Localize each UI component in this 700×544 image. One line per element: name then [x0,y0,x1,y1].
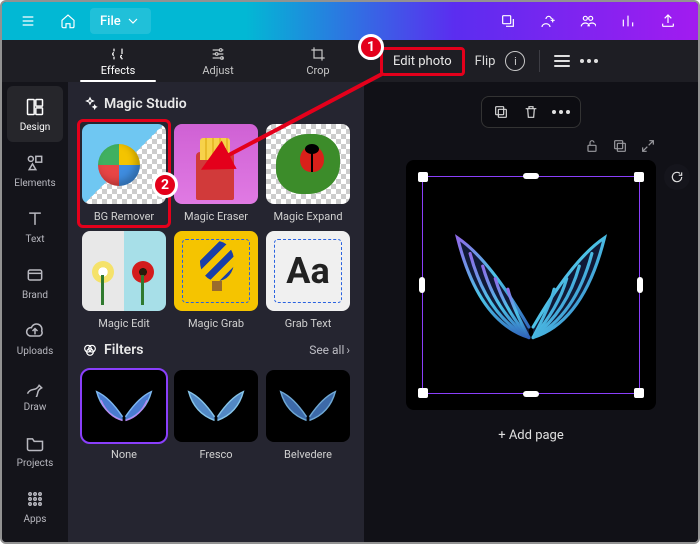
left-rail: Design Elements Text Brand Uploads Draw [2,82,68,542]
resize-handle-r[interactable] [637,277,643,293]
bg-remover-label: BG Remover [94,210,154,223]
filter-none-label: None [111,448,137,461]
resize-button[interactable] [490,8,526,34]
grab-text-tool[interactable]: Aa Grab Text [266,231,350,330]
resize-handle-l[interactable] [419,277,425,293]
resize-handle-br[interactable] [634,388,644,398]
brand-icon [24,264,46,286]
sidebar-item-elements[interactable]: Elements [7,142,63,198]
invite-button[interactable] [530,8,566,34]
crop-tab-label: Crop [306,64,329,77]
add-page-button[interactable]: + Add page [498,428,564,443]
file-menu-label: File [100,14,121,29]
apps-icon [24,488,46,510]
see-all-filters-button[interactable]: See all › [309,343,350,357]
top-bar: File [2,2,698,40]
sidebar-label: Draw [24,402,47,413]
magic-eraser-tool[interactable]: Magic Eraser [174,124,258,223]
home-button[interactable] [50,8,86,34]
position-button[interactable] [554,55,570,67]
magic-studio-title: Magic Studio [82,96,350,112]
magic-eraser-label: Magic Eraser [184,210,248,223]
canvas-area: + Add page [364,82,698,542]
sidebar-label: Projects [17,458,54,469]
copy-page-icon[interactable] [612,138,628,154]
magic-edit-label: Magic Edit [98,317,150,330]
grab-text-label: Grab Text [285,317,332,330]
design-icon [24,96,46,118]
edit-photo-button[interactable]: Edit photo [380,47,465,76]
magic-studio-grid: BG Remover Magic Eraser Magic Expand Mag… [82,124,350,330]
adjust-tab-label: Adjust [202,64,233,77]
magic-expand-label: Magic Expand [273,210,342,223]
sidebar-item-design[interactable]: Design [7,86,63,142]
filters-title: Filters [82,342,143,358]
share-button[interactable] [650,8,686,34]
sidebar-label: Design [20,122,51,133]
elements-icon [24,152,46,174]
magic-expand-tool[interactable]: Magic Expand [266,124,350,223]
chevron-right-icon: › [346,343,350,357]
resize-handle-b[interactable] [523,391,539,397]
info-icon[interactable]: i [505,51,525,71]
filter-none[interactable]: None [82,370,166,461]
uploads-icon [24,320,46,342]
canvas-stage[interactable] [406,160,656,410]
file-menu-button[interactable]: File [90,8,151,34]
sidebar-item-projects[interactable]: Projects [7,422,63,478]
flip-button[interactable]: Flip [475,54,496,69]
sidebar-label: Elements [14,178,55,189]
delete-button[interactable] [522,103,540,121]
sidebar-item-brand[interactable]: Brand [7,254,63,310]
sidebar-item-text[interactable]: Text [7,198,63,254]
hamburger-menu-button[interactable] [10,8,46,34]
sidebar-item-apps[interactable]: Apps [7,478,63,534]
magic-grab-tool[interactable]: Magic Grab [174,231,258,330]
magic-edit-tool[interactable]: Magic Edit [82,231,166,330]
draw-icon [24,376,46,398]
editor-panel: Magic Studio BG Remover Magic Eraser Mag… [68,82,364,542]
bg-remover-tool[interactable]: BG Remover [82,124,166,223]
sidebar-label: Text [25,234,44,245]
sidebar-label: Uploads [17,346,53,357]
sidebar-item-draw[interactable]: Draw [7,366,63,422]
collaborate-button[interactable] [570,8,606,34]
rotate-handle[interactable] [664,164,690,190]
text-icon [24,208,46,230]
duplicate-button[interactable] [492,103,510,121]
page-controls [584,138,684,154]
magic-grab-label: Magic Grab [188,317,244,330]
sidebar-label: Brand [22,290,48,301]
sidebar-label: Apps [24,514,47,525]
resize-handle-bl[interactable] [418,388,428,398]
resize-handle-tl[interactable] [418,172,428,182]
adjust-tab[interactable]: Adjust [168,40,268,82]
selection-box[interactable] [422,176,640,394]
context-toolbar: Effects Adjust Crop Edit photo Flip i [2,40,698,82]
selection-more-button[interactable] [552,110,570,114]
analytics-button[interactable] [610,8,646,34]
sidebar-item-uploads[interactable]: Uploads [7,310,63,366]
resize-handle-t[interactable] [523,173,539,179]
filter-fresco-label: Fresco [199,448,232,461]
filter-fresco[interactable]: Fresco [174,370,258,461]
separator [539,50,540,72]
filters-grid: None Fresco Belvedere [82,370,350,461]
projects-icon [24,432,46,454]
more-options-button[interactable] [580,59,598,63]
effects-tab[interactable]: Effects [68,40,168,82]
selection-toolbar [481,96,581,128]
filter-belvedere[interactable]: Belvedere [266,370,350,461]
resize-handle-tr[interactable] [634,172,644,182]
lock-icon[interactable] [584,138,600,154]
filter-belvedere-label: Belvedere [284,448,332,461]
crop-tab[interactable]: Crop [268,40,368,82]
effects-tab-label: Effects [101,64,136,77]
expand-page-icon[interactable] [640,138,656,154]
